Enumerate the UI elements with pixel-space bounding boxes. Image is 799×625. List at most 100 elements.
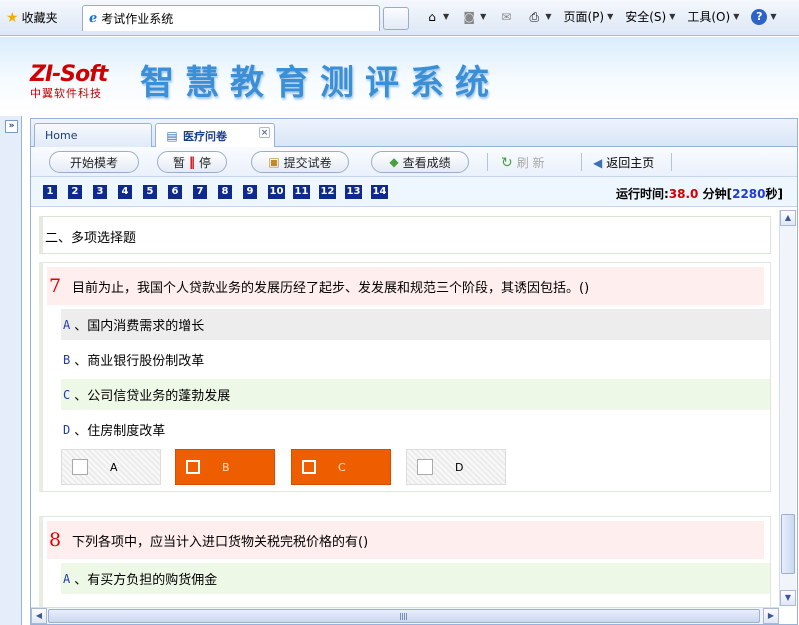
ie-page-icon: ℯ — [89, 11, 98, 26]
view-score-button[interactable]: ◆ 查看成绩 — [371, 151, 469, 173]
question-nav-2[interactable]: 2 — [68, 185, 82, 199]
printer-icon: ⎙ — [529, 9, 540, 24]
main-panel: Home ▤ 医疗问卷 × 开始模考 暂 ‖ 停 ▣ 提交试卷 ◆ 查看成绩 ↻… — [30, 118, 798, 625]
scroll-right-icon[interactable]: ▶ — [763, 608, 779, 624]
close-icon[interactable]: × — [259, 127, 270, 138]
answer-checkbox-c[interactable]: C — [291, 449, 391, 485]
horizontal-scrollbar[interactable]: ◀ ▶ — [31, 607, 779, 624]
checkbox-checked-icon — [302, 460, 316, 474]
company-logo: ZI-Soft 中翼软件科技 — [30, 62, 108, 100]
question-nav-7[interactable]: 7 — [193, 185, 207, 199]
question-text: 目前为止，我国个人贷款业务的发展历经了起步、发发展和规范三个阶段，其诱因包括。(… — [72, 280, 590, 296]
system-title: 智慧教育测评系统 — [140, 63, 500, 103]
chevron-down-icon: ▼ — [607, 12, 614, 21]
print-button[interactable]: ⎙ ▼ — [526, 9, 552, 25]
tools-menu[interactable]: 工具(O) ▼ — [687, 8, 739, 25]
submit-exam-button[interactable]: ▣ 提交试卷 — [251, 151, 349, 173]
back-arrow-icon: ◀ — [593, 155, 603, 170]
toolbar-divider — [487, 153, 488, 171]
section-heading: 二、多项选择题 — [39, 216, 771, 254]
chevron-down-icon: ▼ — [733, 12, 740, 21]
vertical-scroll-thumb[interactable] — [781, 514, 795, 574]
help-button[interactable]: ? ▼ — [751, 8, 777, 25]
answer-choices: A B C D — [61, 449, 770, 485]
question-nav-9[interactable]: 9 — [243, 185, 257, 199]
pause-button[interactable]: 暂 ‖ 停 — [157, 151, 227, 173]
help-icon: ? — [751, 8, 768, 25]
scroll-left-icon[interactable]: ◀ — [31, 608, 47, 624]
chevron-down-icon: ▼ — [770, 12, 777, 21]
safety-menu[interactable]: 安全(S) ▼ — [625, 8, 675, 25]
question-nav-10[interactable]: 10 — [268, 185, 285, 199]
tab-home[interactable]: Home — [34, 123, 152, 147]
mail-button[interactable]: ✉ — [498, 9, 514, 25]
answer-checkbox-d[interactable]: D — [406, 449, 506, 485]
question-nav-12[interactable]: 12 — [319, 185, 336, 199]
grip-icon — [400, 613, 408, 620]
start-mock-button[interactable]: 开始模考 — [49, 151, 139, 173]
app-banner: ZI-Soft 中翼软件科技 智慧教育测评系统 — [0, 37, 799, 114]
checkbox-icon — [72, 459, 88, 475]
elapsed-timer: 运行时间:38.0 分钟[2280秒] — [615, 187, 783, 201]
pause-icon: ‖ — [189, 155, 195, 169]
browser-tab[interactable]: ℯ 考试作业系统 — [82, 5, 380, 31]
feeds-button[interactable]: ◙ ▼ — [461, 9, 486, 25]
refresh-button[interactable]: ↻ 刷 新 — [501, 154, 545, 171]
question-nav-1[interactable]: 1 — [43, 185, 57, 199]
question-number: 8 — [49, 529, 62, 551]
mail-icon: ✉ — [501, 9, 512, 24]
question-nav-6[interactable]: 6 — [168, 185, 182, 199]
option-row-a: A 、有买方负担的购货佣金 — [61, 563, 770, 594]
option-row-b: B 、商业银行股份制改革 — [61, 344, 770, 375]
question-header: 8 下列各项中，应当计入进口货物关税完税价格的有() — [47, 521, 764, 559]
question-nav-14[interactable]: 14 — [371, 185, 388, 199]
question-number: 7 — [49, 275, 62, 297]
left-sidebar-collapsed: » — [0, 116, 22, 625]
question-nav-11[interactable]: 11 — [293, 185, 310, 199]
horizontal-scroll-thumb[interactable] — [48, 609, 760, 623]
favorites-button[interactable]: ★ 收藏夹 — [6, 9, 58, 26]
vertical-scrollbar[interactable]: ▲ ▼ — [779, 210, 796, 606]
question-nav-13[interactable]: 13 — [345, 185, 362, 199]
page-menu[interactable]: 页面(P) ▼ — [563, 8, 613, 25]
question-text: 下列各项中，应当计入进口货物关税完税价格的有() — [72, 534, 369, 550]
expand-sidebar-button[interactable]: » — [5, 120, 18, 133]
question-nav-8[interactable]: 8 — [218, 185, 232, 199]
question-block-7: 7 目前为止，我国个人贷款业务的发展历经了起步、发发展和规范三个阶段，其诱因包括… — [39, 262, 771, 492]
new-tab-button[interactable] — [383, 7, 409, 30]
chevron-down-icon: ▼ — [480, 12, 487, 21]
back-home-button[interactable]: ◀ 返回主页 — [593, 154, 654, 171]
score-icon: ◆ — [389, 155, 399, 169]
chevron-down-icon: ▼ — [669, 12, 676, 21]
checkbox-icon — [417, 459, 433, 475]
answer-checkbox-a[interactable]: A — [61, 449, 161, 485]
question-navigator: 1 2 3 4 5 6 7 8 9 10 11 12 13 14 运行时间:38… — [31, 177, 797, 207]
question-nav-3[interactable]: 3 — [93, 185, 107, 199]
browser-toolbar: ★ 收藏夹 ℯ 考试作业系统 ⌂ ▼ ◙ ▼ ✉ ⎙ ▼ 页面(P) ▼ 安全(S) ▼ … — [0, 0, 799, 36]
chevron-down-icon: ▼ — [545, 12, 552, 21]
option-row-c: C 、公司信贷业务的蓬勃发展 — [61, 379, 770, 410]
question-nav-5[interactable]: 5 — [143, 185, 157, 199]
scroll-down-icon[interactable]: ▼ — [780, 590, 796, 606]
exam-toolbar: 开始模考 暂 ‖ 停 ▣ 提交试卷 ◆ 查看成绩 ↻ 刷 新 ◀ 返回主页 — [31, 147, 797, 177]
question-nav-4[interactable]: 4 — [118, 185, 132, 199]
option-row-a: A 、国内消费需求的增长 — [61, 309, 770, 340]
toolbar-divider — [671, 153, 672, 171]
toolbar-divider — [581, 153, 582, 171]
browser-tab-title: 考试作业系统 — [101, 12, 174, 26]
answer-checkbox-b[interactable]: B — [175, 449, 275, 485]
question-header: 7 目前为止，我国个人贷款业务的发展历经了起步、发发展和规范三个阶段，其诱因包括… — [47, 267, 764, 305]
scroll-up-icon[interactable]: ▲ — [780, 210, 796, 226]
home-icon: ⌂ — [428, 9, 436, 24]
form-icon: ▤ — [166, 129, 178, 143]
star-icon: ★ — [6, 9, 19, 26]
question-content: 二、多项选择题 7 目前为止，我国个人贷款业务的发展历经了起步、发发展和规范三个… — [31, 210, 779, 608]
favorites-label: 收藏夹 — [21, 11, 58, 25]
refresh-icon: ↻ — [501, 154, 513, 171]
question-block-8: 8 下列各项中，应当计入进口货物关税完税价格的有() A 、有买方负担的购货佣金 — [39, 516, 771, 608]
submit-icon: ▣ — [268, 155, 280, 169]
home-button[interactable]: ⌂ ▼ — [424, 9, 449, 25]
rss-icon: ◙ — [463, 9, 475, 24]
option-row-d: D 、住房制度改革 — [61, 414, 770, 445]
tab-medical-questionnaire[interactable]: ▤ 医疗问卷 × — [155, 123, 275, 148]
